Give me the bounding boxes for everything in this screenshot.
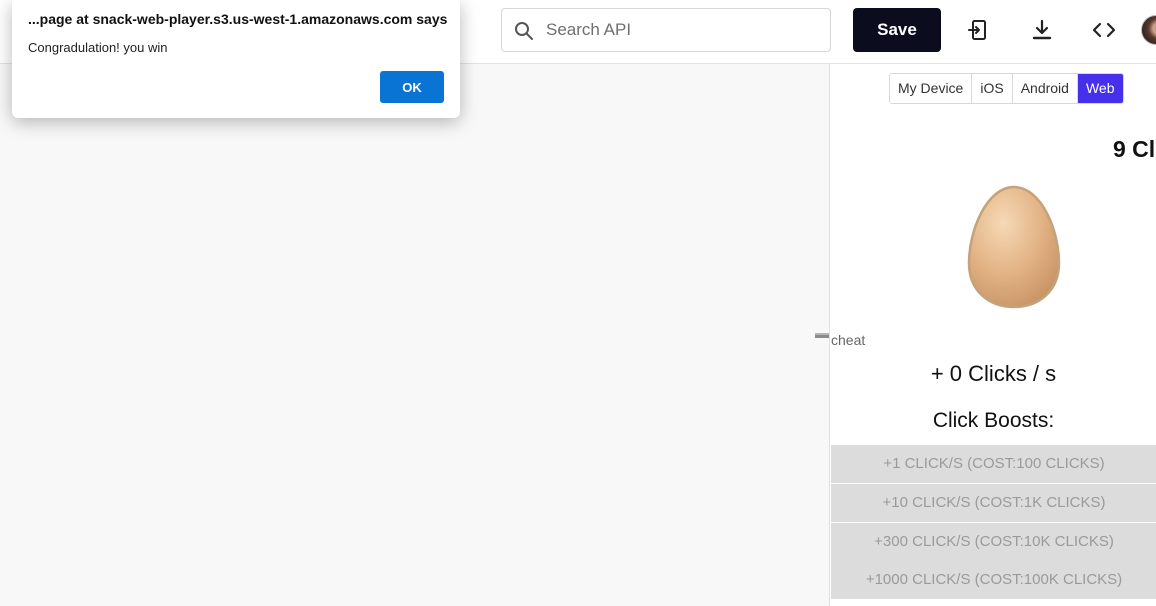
- search-input[interactable]: [546, 9, 826, 51]
- tab-web[interactable]: Web: [1077, 74, 1123, 103]
- search-icon: [515, 22, 533, 40]
- download-icon[interactable]: [1030, 18, 1054, 42]
- dialog-message: Congradulation! you win: [28, 40, 168, 55]
- platform-selector: My Device iOS Android Web: [889, 73, 1124, 104]
- embed-code-icon[interactable]: [1092, 18, 1116, 42]
- boost-button-10[interactable]: +10 CLICK/S (COST:1K CLICKS): [831, 484, 1156, 522]
- clicks-per-second: + 0 Clicks / s: [930, 361, 1057, 386]
- save-button[interactable]: Save: [853, 8, 941, 52]
- ok-button[interactable]: OK: [380, 71, 444, 103]
- clicks-count: 9 Cli: [1113, 136, 1156, 162]
- tab-my-device[interactable]: My Device: [890, 74, 973, 103]
- egg-icon[interactable]: [967, 185, 1061, 309]
- editor-area[interactable]: [0, 64, 829, 606]
- panel-splitter-handle[interactable]: [815, 333, 829, 338]
- boost-button-1000[interactable]: +1000 CLICK/S (COST:100K CLICKS): [831, 561, 1156, 599]
- preview-panel: My Device iOS Android Web 9 Cli cheat + …: [829, 64, 1156, 606]
- search-box[interactable]: [501, 8, 831, 52]
- dialog-title: ...page at snack-web-player.s3.us-west-1…: [28, 11, 448, 27]
- tab-android[interactable]: Android: [1012, 74, 1078, 103]
- avatar[interactable]: [1141, 15, 1156, 45]
- tab-ios[interactable]: iOS: [972, 74, 1013, 103]
- click-boosts-title: Click Boosts:: [932, 409, 1055, 432]
- alert-dialog: ...page at snack-web-player.s3.us-west-1…: [12, 0, 460, 118]
- boost-button-300[interactable]: +300 CLICK/S (COST:10K CLICKS): [831, 523, 1156, 561]
- boost-button-1[interactable]: +1 CLICK/S (COST:100 CLICKS): [831, 445, 1156, 483]
- device-connect-icon[interactable]: [967, 18, 991, 42]
- cheat-link[interactable]: cheat: [831, 332, 865, 348]
